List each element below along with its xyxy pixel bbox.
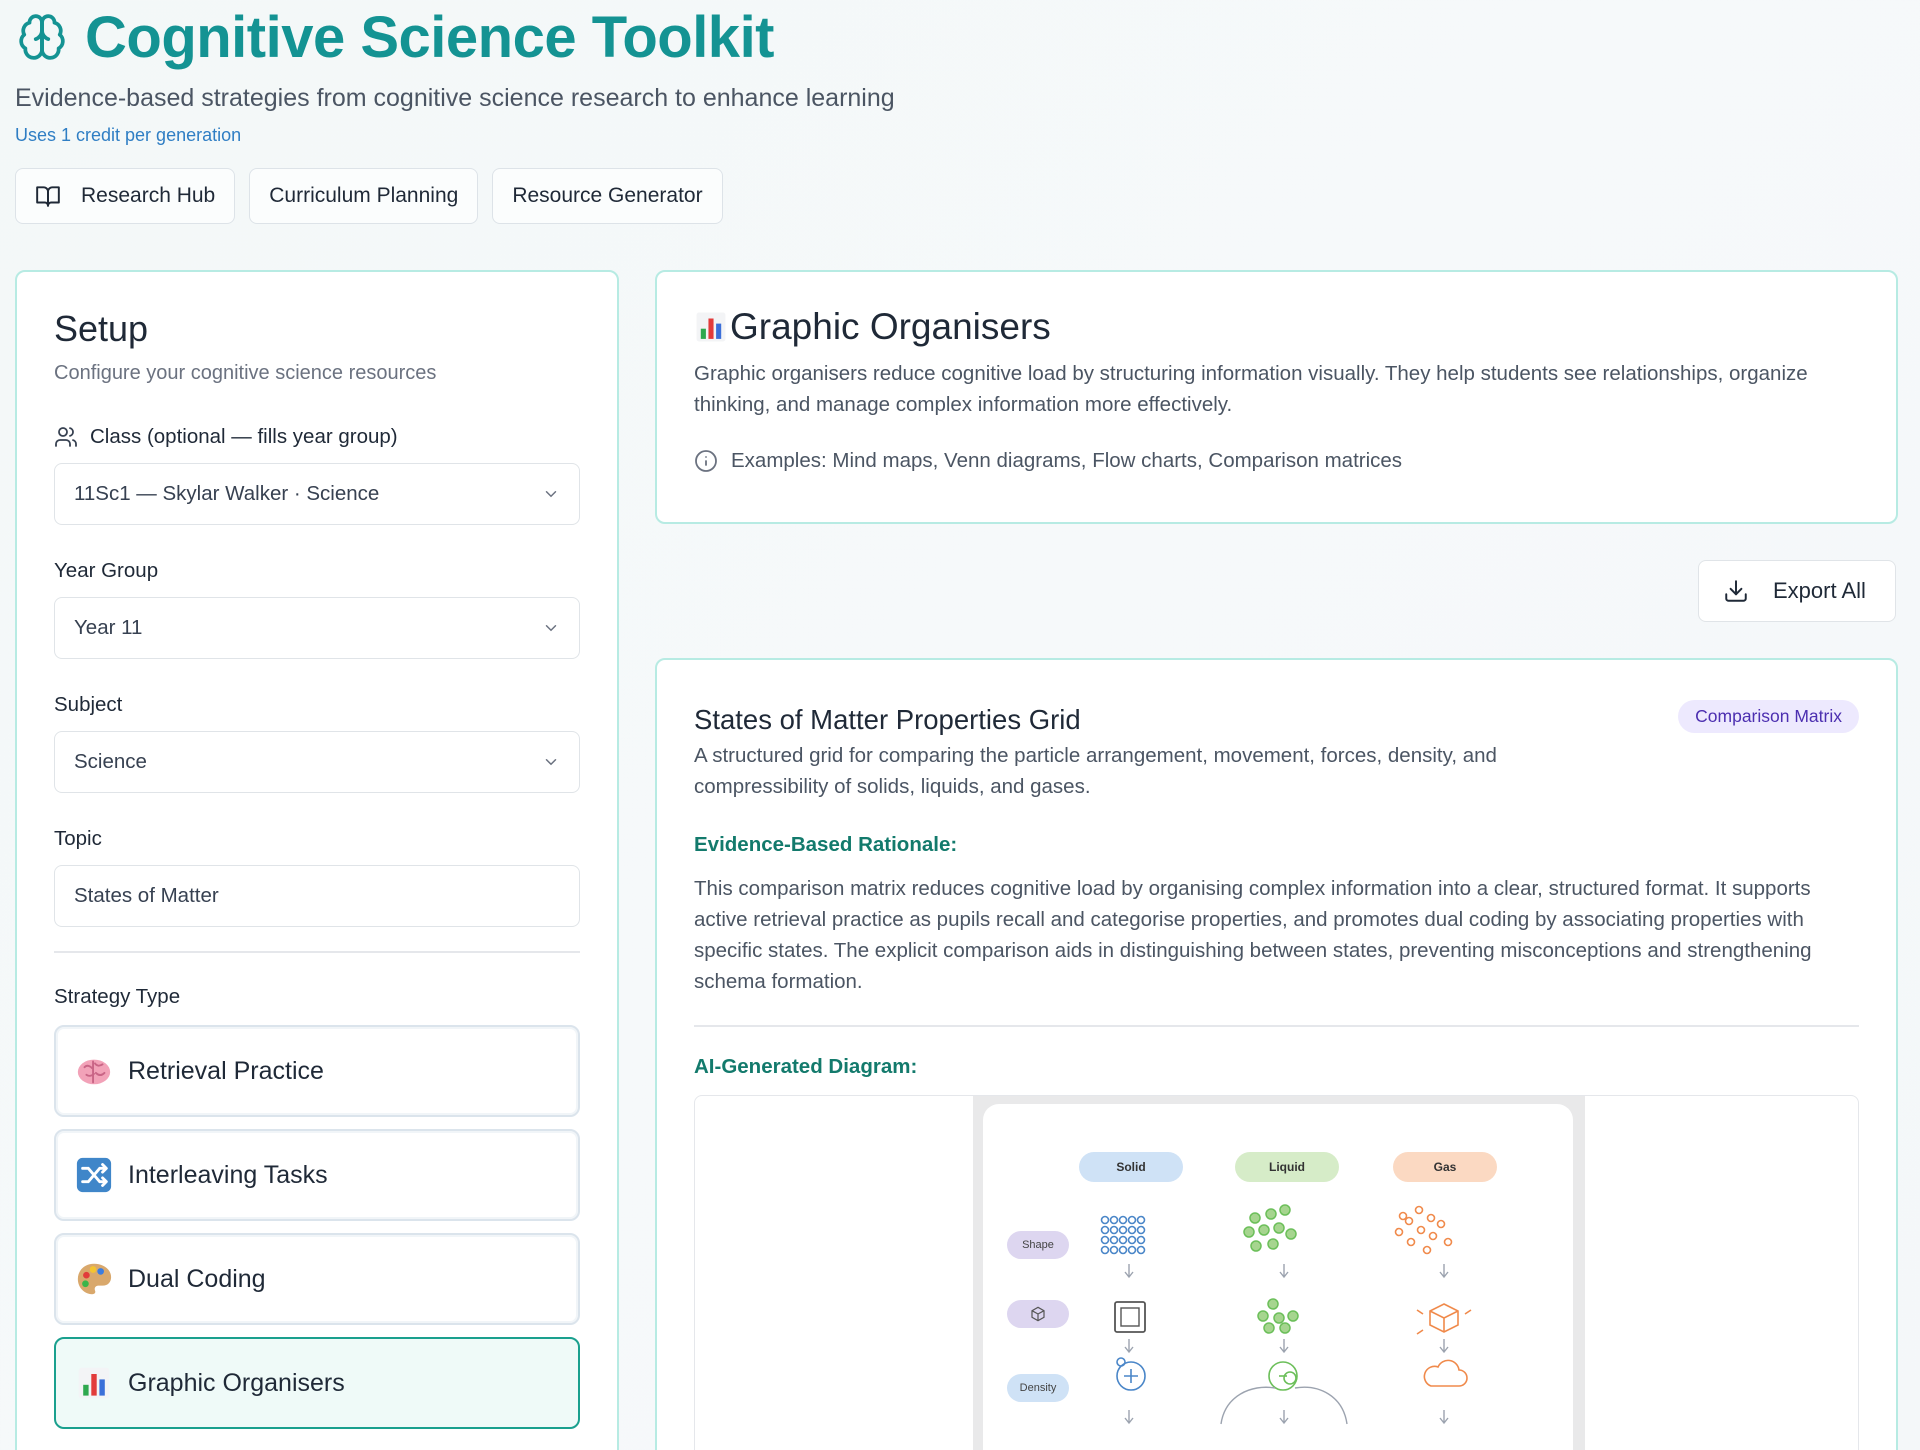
- export-all-label: Export All: [1773, 578, 1866, 603]
- resource-type-badge: Comparison Matrix: [1678, 700, 1859, 733]
- subject-select[interactable]: Science: [54, 731, 580, 793]
- chevron-down-icon: [545, 625, 557, 632]
- strategy-examples-text: Examples: Mind maps, Venn diagrams, Flow…: [731, 449, 1403, 472]
- class-label-text: Class (optional — fills year group): [90, 425, 398, 448]
- strategy-label: Graphic Organisers: [128, 1368, 345, 1397]
- resource-generator-label: Resource Generator: [512, 184, 703, 207]
- year-group-value: Year 11: [74, 616, 143, 639]
- strategy-label: Retrieval Practice: [128, 1056, 324, 1085]
- chevron-down-icon: [545, 491, 557, 498]
- top-nav: Research Hub Curriculum Planning Resourc…: [15, 168, 1115, 224]
- users-icon: [55, 427, 77, 447]
- export-all-button[interactable]: Export All: [1698, 560, 1896, 622]
- rationale-text: This comparison matrix reduces cognitive…: [694, 877, 1812, 993]
- brain-emoji-icon: [74, 1051, 114, 1091]
- gas-shape-icon: [1416, 1302, 1472, 1335]
- generated-resource-card: States of Matter Properties Grid Compari…: [655, 658, 1898, 1450]
- class-label: Class (optional — fills year group): [54, 425, 580, 449]
- strategy-label: Dual Coding: [128, 1264, 266, 1293]
- shuffle-emoji-icon: [74, 1155, 114, 1195]
- topic-value: States of Matter: [74, 884, 219, 907]
- strategy-interleaving-tasks[interactable]: Interleaving Tasks: [54, 1129, 580, 1221]
- resource-divider: [694, 1025, 1859, 1027]
- topic-input[interactable]: States of Matter: [54, 865, 580, 927]
- strategy-info-title: Graphic Organisers: [730, 306, 1051, 347]
- brain-icon: [19, 14, 65, 60]
- page-subtitle: Evidence-based strategies from cognitive…: [15, 84, 895, 112]
- rationale-heading: Evidence-Based Rationale:: [694, 833, 958, 856]
- bar-chart-emoji-icon: [74, 1363, 114, 1403]
- research-hub-button[interactable]: Research Hub: [15, 168, 236, 224]
- diagram-arrows: [1124, 1263, 1449, 1424]
- setup-title: Setup: [54, 308, 149, 349]
- credit-note: Uses 1 credit per generation: [15, 125, 242, 145]
- liquid-particles: [1243, 1203, 1297, 1252]
- strategy-dual-coding[interactable]: Dual Coding: [54, 1233, 580, 1325]
- diagram-heading: AI-Generated Diagram:: [694, 1054, 918, 1078]
- class-select-value: 11Sc1 — Skylar Walker · Science: [74, 482, 380, 505]
- palette-emoji-icon: [74, 1259, 114, 1299]
- page-header: Cognitive Science Toolkit Evidence-based…: [15, 0, 1115, 224]
- research-hub-label: Research Hub: [81, 184, 216, 207]
- resource-title: States of Matter Properties Grid: [694, 704, 1081, 735]
- strategy-graphic-organisers[interactable]: Graphic Organisers: [54, 1337, 580, 1429]
- liquid-shape-particles: [1257, 1297, 1299, 1334]
- curriculum-planning-button[interactable]: Curriculum Planning: [249, 168, 479, 224]
- solid-particles: [1100, 1215, 1146, 1254]
- strategy-examples: Examples: Mind maps, Venn diagrams, Flow…: [694, 449, 1859, 473]
- download-icon: [1725, 580, 1747, 602]
- gas-density-icon: [1423, 1359, 1468, 1387]
- book-open-icon: [36, 186, 60, 207]
- setup-divider: [54, 951, 580, 953]
- chevron-down-icon: [545, 759, 557, 766]
- subject-value: Science: [74, 750, 147, 773]
- class-select[interactable]: 11Sc1 — Skylar Walker · Science: [54, 463, 580, 525]
- strategy-retrieval-practice[interactable]: Retrieval Practice: [54, 1025, 580, 1117]
- resource-generator-button[interactable]: Resource Generator: [492, 168, 723, 224]
- solid-density-icon: [1116, 1356, 1146, 1391]
- ai-diagram-image: Solid Liquid Gas Shape Density: [973, 1095, 1585, 1450]
- year-group-select[interactable]: Year 11: [54, 597, 580, 659]
- resource-description: A structured grid for comparing the part…: [694, 744, 1497, 798]
- solid-shape-icon: [1114, 1300, 1146, 1333]
- ai-diagram-container: Solid Liquid Gas Shape Density: [694, 1094, 1859, 1450]
- year-group-label: Year Group: [54, 559, 159, 582]
- info-icon: [695, 450, 717, 472]
- curriculum-planning-label: Curriculum Planning: [269, 184, 459, 207]
- bar-chart-emoji-icon: [696, 312, 726, 342]
- page-title: Cognitive Science Toolkit: [85, 4, 775, 70]
- subject-label: Subject: [54, 693, 123, 716]
- strategy-info-description: Graphic organisers reduce cognitive load…: [694, 362, 1808, 416]
- strategy-type-label: Strategy Type: [54, 985, 181, 1008]
- liquid-density-icon: [1268, 1360, 1298, 1391]
- setup-panel: Setup Configure your cognitive science r…: [15, 270, 619, 1450]
- diagram-illustration: [1100, 1203, 1472, 1424]
- strategy-info-panel: Graphic Organisers Graphic organisers re…: [655, 270, 1898, 524]
- setup-description: Configure your cognitive science resourc…: [54, 362, 437, 384]
- strategy-label: Interleaving Tasks: [128, 1160, 328, 1189]
- gas-particles: [1394, 1205, 1453, 1254]
- topic-label: Topic: [54, 827, 102, 850]
